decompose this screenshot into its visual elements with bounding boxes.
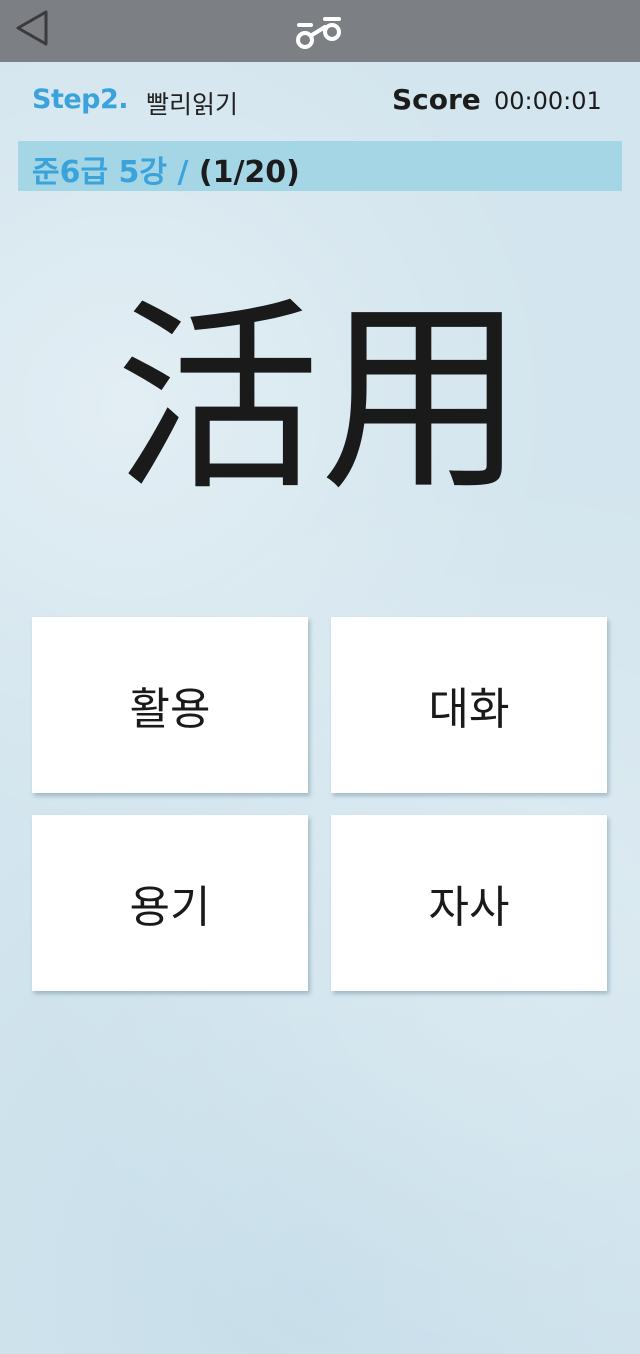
level-info: 준6급 5강 / (1/20) (32, 147, 300, 191)
answer-option-2[interactable]: 대화 (331, 617, 607, 793)
timer-value: 00:00:01 (494, 87, 602, 115)
answer-label: 활용 (129, 684, 211, 735)
step-label: Step2. (32, 84, 129, 115)
back-button[interactable] (12, 8, 56, 52)
back-triangle-icon (16, 10, 48, 46)
answer-label: 용기 (129, 882, 211, 933)
answer-option-4[interactable]: 자사 (331, 815, 607, 991)
level-name: 준6급 5강 (32, 155, 167, 190)
hanja-question: 活用 (115, 281, 525, 519)
level-separator: / (177, 155, 189, 190)
answer-option-1[interactable]: 활용 (32, 617, 308, 793)
top-bar (0, 0, 640, 62)
app-logo-icon (289, 11, 351, 53)
answer-label: 자사 (428, 882, 510, 933)
question-progress: (1/20) (198, 155, 300, 190)
answer-label: 대화 (428, 684, 510, 735)
answer-option-3[interactable]: 용기 (32, 815, 308, 991)
mode-label: 빨리읽기 (146, 90, 239, 119)
score-label: Score (392, 83, 481, 116)
